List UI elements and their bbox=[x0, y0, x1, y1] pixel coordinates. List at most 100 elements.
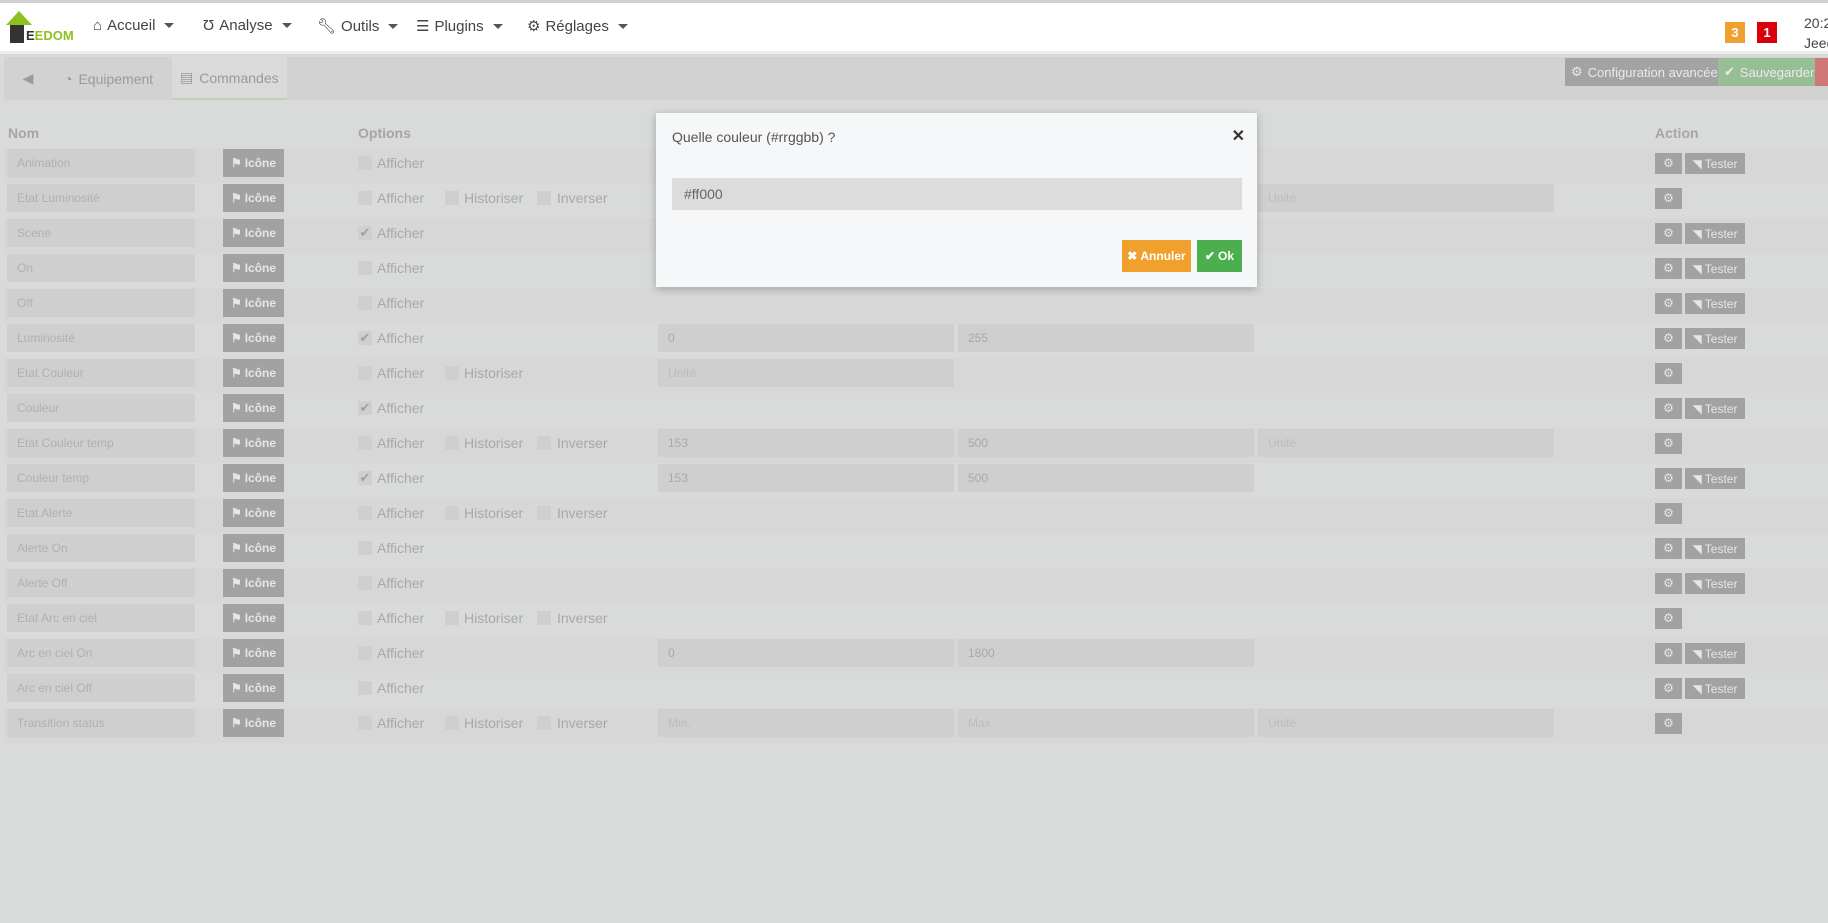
historiser-checkbox[interactable] bbox=[445, 716, 459, 730]
historiser-checkbox[interactable] bbox=[445, 436, 459, 450]
historiser-checkbox[interactable] bbox=[445, 611, 459, 625]
historiser-checkbox[interactable] bbox=[445, 366, 459, 380]
afficher-checkbox[interactable] bbox=[358, 541, 372, 555]
advanced-config-button[interactable]: ⚙ Configuration avancée bbox=[1565, 58, 1718, 86]
menu-accueil[interactable]: ⌂ Accueil bbox=[93, 17, 175, 34]
inverser-checkbox[interactable] bbox=[537, 506, 551, 520]
configure-button[interactable]: ⚙ bbox=[1655, 328, 1682, 349]
command-param-input[interactable]: 0 bbox=[658, 324, 954, 352]
command-name-input[interactable]: Couleur temp bbox=[7, 464, 195, 492]
menu-analyse[interactable]: Ʊ Analyse bbox=[203, 17, 292, 34]
icon-button[interactable]: ⚑ Icône bbox=[223, 569, 284, 597]
warning-badge[interactable]: 3 bbox=[1725, 22, 1745, 43]
command-param-input[interactable]: 500 bbox=[958, 464, 1254, 492]
configure-button[interactable]: ⚙ bbox=[1655, 433, 1682, 454]
icon-button[interactable]: ⚑ Icône bbox=[223, 674, 284, 702]
test-button[interactable]: ◥ Tester bbox=[1685, 328, 1745, 349]
icon-button[interactable]: ⚑ Icône bbox=[223, 289, 284, 317]
afficher-checkbox[interactable]: ✔ bbox=[358, 401, 372, 415]
save-button[interactable]: ✔ Sauvegarder bbox=[1718, 58, 1815, 86]
cancel-button[interactable]: ✖ Annuler bbox=[1122, 240, 1191, 272]
icon-button[interactable]: ⚑ Icône bbox=[223, 429, 284, 457]
command-param-input[interactable]: Unité bbox=[1258, 184, 1554, 212]
icon-button[interactable]: ⚑ Icône bbox=[223, 254, 284, 282]
menu-reglages[interactable]: ⚙ Réglages bbox=[527, 17, 628, 35]
icon-button[interactable]: ⚑ Icône bbox=[223, 709, 284, 737]
configure-button[interactable]: ⚙ bbox=[1655, 713, 1682, 734]
configure-button[interactable]: ⚙ bbox=[1655, 258, 1682, 279]
command-name-input[interactable]: Arc en ciel On bbox=[7, 639, 195, 667]
icon-button[interactable]: ⚑ Icône bbox=[223, 219, 284, 247]
command-name-input[interactable]: Alerte On bbox=[7, 534, 195, 562]
command-name-input[interactable]: Animation bbox=[7, 149, 195, 177]
test-button[interactable]: ◥ Tester bbox=[1685, 468, 1745, 489]
jeedom-logo[interactable]: EEDOM bbox=[4, 11, 74, 45]
icon-button[interactable]: ⚑ Icône bbox=[223, 359, 284, 387]
icon-button[interactable]: ⚑ Icône bbox=[223, 499, 284, 527]
command-param-input[interactable]: Max. bbox=[958, 709, 1254, 737]
configure-button[interactable]: ⚙ bbox=[1655, 153, 1682, 174]
tab-commandes[interactable]: ▤ Commandes bbox=[172, 57, 287, 100]
configure-button[interactable]: ⚙ bbox=[1655, 573, 1682, 594]
configure-button[interactable]: ⚙ bbox=[1655, 503, 1682, 524]
test-button[interactable]: ◥ Tester bbox=[1685, 153, 1745, 174]
configure-button[interactable]: ⚙ bbox=[1655, 608, 1682, 629]
configure-button[interactable]: ⚙ bbox=[1655, 538, 1682, 559]
command-param-input[interactable]: Unité bbox=[1258, 709, 1554, 737]
command-param-input[interactable]: 153 bbox=[658, 464, 954, 492]
afficher-checkbox[interactable] bbox=[358, 191, 372, 205]
test-button[interactable]: ◥ Tester bbox=[1685, 573, 1745, 594]
command-name-input[interactable]: Etat Arc en ciel bbox=[7, 604, 195, 632]
afficher-checkbox[interactable] bbox=[358, 366, 372, 380]
command-name-input[interactable]: Etat Luminosité bbox=[7, 184, 195, 212]
test-button[interactable]: ◥ Tester bbox=[1685, 643, 1745, 664]
menu-plugins[interactable]: ☰ Plugins bbox=[416, 17, 503, 35]
command-name-input[interactable]: Etat Alerte bbox=[7, 499, 195, 527]
command-param-input[interactable]: 255 bbox=[958, 324, 1254, 352]
configure-button[interactable]: ⚙ bbox=[1655, 468, 1682, 489]
command-name-input[interactable]: Off bbox=[7, 289, 195, 317]
close-icon[interactable]: ✕ bbox=[1232, 126, 1245, 146]
test-button[interactable]: ◥ Tester bbox=[1685, 538, 1745, 559]
command-name-input[interactable]: Etat Couleur bbox=[7, 359, 195, 387]
afficher-checkbox[interactable] bbox=[358, 611, 372, 625]
configure-button[interactable]: ⚙ bbox=[1655, 678, 1682, 699]
inverser-checkbox[interactable] bbox=[537, 716, 551, 730]
delete-button[interactable] bbox=[1815, 58, 1828, 86]
afficher-checkbox[interactable] bbox=[358, 436, 372, 450]
configure-button[interactable]: ⚙ bbox=[1655, 643, 1682, 664]
command-name-input[interactable]: On bbox=[7, 254, 195, 282]
icon-button[interactable]: ⚑ Icône bbox=[223, 149, 284, 177]
icon-button[interactable]: ⚑ Icône bbox=[223, 324, 284, 352]
historiser-checkbox[interactable] bbox=[445, 506, 459, 520]
command-name-input[interactable]: Alerte Off bbox=[7, 569, 195, 597]
afficher-checkbox[interactable] bbox=[358, 261, 372, 275]
inverser-checkbox[interactable] bbox=[537, 611, 551, 625]
icon-button[interactable]: ⚑ Icône bbox=[223, 464, 284, 492]
alert-badge[interactable]: 1 bbox=[1757, 22, 1777, 43]
icon-button[interactable]: ⚑ Icône bbox=[223, 534, 284, 562]
configure-button[interactable]: ⚙ bbox=[1655, 223, 1682, 244]
afficher-checkbox[interactable] bbox=[358, 156, 372, 170]
afficher-checkbox[interactable] bbox=[358, 716, 372, 730]
icon-button[interactable]: ⚑ Icône bbox=[223, 394, 284, 422]
inverser-checkbox[interactable] bbox=[537, 436, 551, 450]
command-name-input[interactable]: Couleur bbox=[7, 394, 195, 422]
command-param-input[interactable]: Min. bbox=[658, 709, 954, 737]
configure-button[interactable]: ⚙ bbox=[1655, 293, 1682, 314]
inverser-checkbox[interactable] bbox=[537, 191, 551, 205]
command-name-input[interactable]: Arc en ciel Off bbox=[7, 674, 195, 702]
command-param-input[interactable]: Unité bbox=[1258, 429, 1554, 457]
afficher-checkbox[interactable] bbox=[358, 296, 372, 310]
back-button[interactable]: ◀ bbox=[8, 57, 48, 100]
icon-button[interactable]: ⚑ Icône bbox=[223, 184, 284, 212]
afficher-checkbox[interactable]: ✔ bbox=[358, 471, 372, 485]
afficher-checkbox[interactable]: ✔ bbox=[358, 331, 372, 345]
test-button[interactable]: ◥ Tester bbox=[1685, 258, 1745, 279]
test-button[interactable]: ◥ Tester bbox=[1685, 223, 1745, 244]
menu-outils[interactable]: 🔧︎ Outils bbox=[317, 17, 399, 35]
historiser-checkbox[interactable] bbox=[445, 191, 459, 205]
command-name-input[interactable]: Transition status bbox=[7, 709, 195, 737]
ok-button[interactable]: ✔ Ok bbox=[1197, 240, 1242, 272]
command-param-input[interactable]: 1800 bbox=[958, 639, 1254, 667]
